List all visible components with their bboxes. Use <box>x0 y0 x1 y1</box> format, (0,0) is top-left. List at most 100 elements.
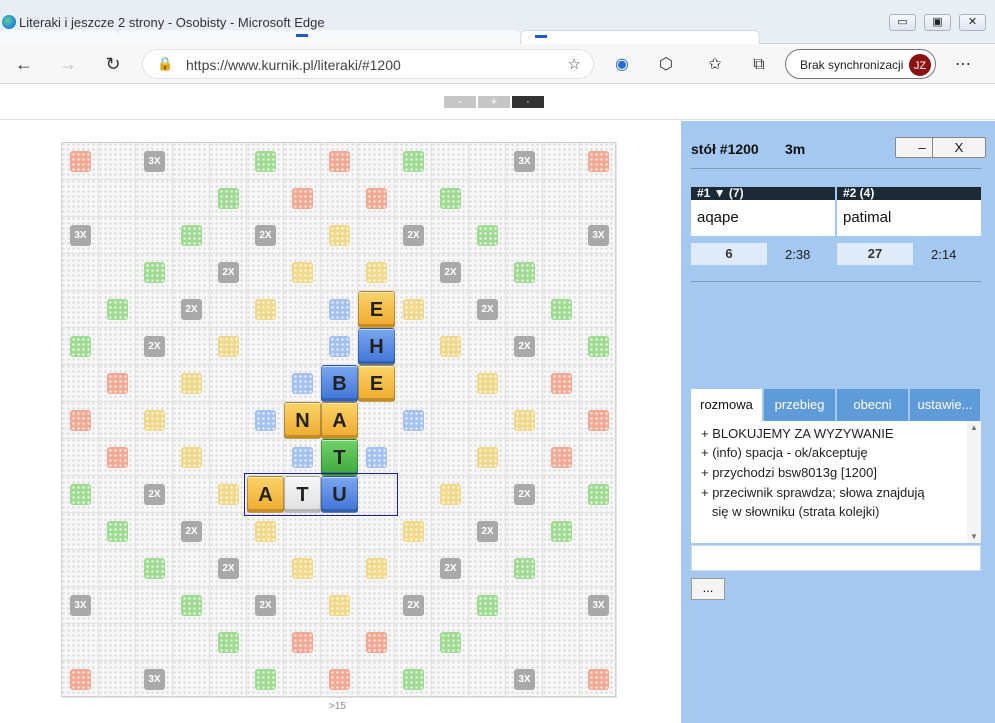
board-cell[interactable] <box>247 439 284 476</box>
board-cell[interactable] <box>543 587 580 624</box>
extensions-icon[interactable]: ⬡ <box>655 54 677 76</box>
board-cell[interactable] <box>99 476 136 513</box>
letter-tile[interactable]: N <box>284 402 321 439</box>
board-cell[interactable] <box>580 513 617 550</box>
board-cell[interactable] <box>580 291 617 328</box>
board-cell[interactable] <box>358 624 395 661</box>
board-cell[interactable] <box>469 476 506 513</box>
board-cell[interactable] <box>173 254 210 291</box>
board-cell[interactable] <box>136 217 173 254</box>
board-cell[interactable] <box>210 217 247 254</box>
tab-rozmowa[interactable]: rozmowa <box>691 389 763 421</box>
board-cell[interactable] <box>173 550 210 587</box>
board-cell[interactable] <box>99 587 136 624</box>
board-cell[interactable] <box>99 402 136 439</box>
board-cell[interactable] <box>173 439 210 476</box>
board-cell[interactable] <box>506 365 543 402</box>
board-cell[interactable] <box>321 328 358 365</box>
board-cell[interactable]: 2X <box>395 217 432 254</box>
board-cell[interactable] <box>469 624 506 661</box>
board-cell[interactable] <box>210 402 247 439</box>
more-options-icon[interactable]: ⋯ <box>952 54 974 76</box>
scroll-up-icon[interactable]: ▲ <box>970 423 978 432</box>
board-cell[interactable] <box>136 254 173 291</box>
board-cell[interactable] <box>580 402 617 439</box>
board-cell[interactable] <box>469 328 506 365</box>
board-cell[interactable] <box>395 476 432 513</box>
board-cell[interactable] <box>321 550 358 587</box>
board-cell[interactable] <box>543 661 580 698</box>
board-cell[interactable] <box>432 143 469 180</box>
board-cell[interactable] <box>543 328 580 365</box>
board-cell[interactable] <box>358 402 395 439</box>
board-cell[interactable] <box>173 624 210 661</box>
game-board[interactable]: 3X 3X 3X 2X 2X 3X 2X 2X 2X 2X 2X 2X 2X 2X 2X 2X 2X 2X 3X 2X… <box>61 142 617 698</box>
forward-arrow-icon[interactable]: → <box>56 52 80 76</box>
board-cell[interactable] <box>543 180 580 217</box>
board-cell[interactable] <box>432 513 469 550</box>
board-cell[interactable] <box>580 439 617 476</box>
board-cell[interactable]: 2X <box>136 328 173 365</box>
board-cell[interactable] <box>321 254 358 291</box>
board-cell[interactable] <box>432 328 469 365</box>
board-cell[interactable] <box>99 254 136 291</box>
board-cell[interactable]: 3X <box>136 661 173 698</box>
board-cell[interactable] <box>469 254 506 291</box>
board-cell[interactable] <box>432 476 469 513</box>
board-cell[interactable] <box>284 254 321 291</box>
board-cell[interactable]: 2X <box>506 476 543 513</box>
url-text[interactable]: https://www.kurnik.pl/literaki/#1200 <box>186 57 401 73</box>
board-cell[interactable] <box>136 587 173 624</box>
board-cell[interactable] <box>395 328 432 365</box>
board-cell[interactable] <box>173 402 210 439</box>
board-cell[interactable] <box>469 217 506 254</box>
board-cell[interactable] <box>432 402 469 439</box>
tab-ustawienia[interactable]: ustawie... <box>910 389 981 421</box>
board-cell[interactable] <box>321 624 358 661</box>
board-cell[interactable] <box>543 291 580 328</box>
board-cell[interactable] <box>469 439 506 476</box>
board-cell[interactable] <box>62 328 99 365</box>
board-cell[interactable] <box>432 365 469 402</box>
board-cell[interactable] <box>247 254 284 291</box>
board-cell[interactable] <box>173 143 210 180</box>
board-cell[interactable] <box>321 291 358 328</box>
board-cell[interactable] <box>62 661 99 698</box>
board-cell[interactable] <box>580 254 617 291</box>
board-cell[interactable] <box>210 328 247 365</box>
board-cell[interactable] <box>247 143 284 180</box>
board-cell[interactable] <box>395 550 432 587</box>
board-cell[interactable]: 3X <box>506 661 543 698</box>
board-cell[interactable]: 3X <box>580 217 617 254</box>
board-cell[interactable] <box>506 254 543 291</box>
board-cell[interactable] <box>99 291 136 328</box>
board-cell[interactable] <box>580 550 617 587</box>
board-cell[interactable] <box>580 365 617 402</box>
board-cell[interactable] <box>580 180 617 217</box>
board-cell[interactable] <box>580 328 617 365</box>
board-cell[interactable] <box>580 624 617 661</box>
board-cell[interactable] <box>506 402 543 439</box>
board-cell[interactable] <box>247 291 284 328</box>
board-cell[interactable] <box>99 513 136 550</box>
board-cell[interactable] <box>432 217 469 254</box>
board-cell[interactable]: 2X <box>173 291 210 328</box>
board-cell[interactable] <box>284 587 321 624</box>
close-window-button[interactable]: ✕ <box>959 14 986 31</box>
scroll-down-icon[interactable]: ▼ <box>970 532 978 541</box>
letter-tile[interactable]: E <box>358 365 395 402</box>
favorites-icon[interactable]: ✩ <box>704 54 726 76</box>
board-cell[interactable] <box>395 365 432 402</box>
letter-tile[interactable]: T <box>321 439 358 476</box>
board-cell[interactable] <box>395 661 432 698</box>
board-cell[interactable] <box>358 180 395 217</box>
board-cell[interactable] <box>432 439 469 476</box>
board-cell[interactable] <box>247 624 284 661</box>
board-cell[interactable] <box>173 328 210 365</box>
board-cell[interactable] <box>284 624 321 661</box>
board-cell[interactable]: 2X <box>210 550 247 587</box>
board-cell[interactable] <box>469 402 506 439</box>
board-cell[interactable] <box>136 513 173 550</box>
board-cell[interactable] <box>284 550 321 587</box>
board-cell[interactable] <box>173 365 210 402</box>
